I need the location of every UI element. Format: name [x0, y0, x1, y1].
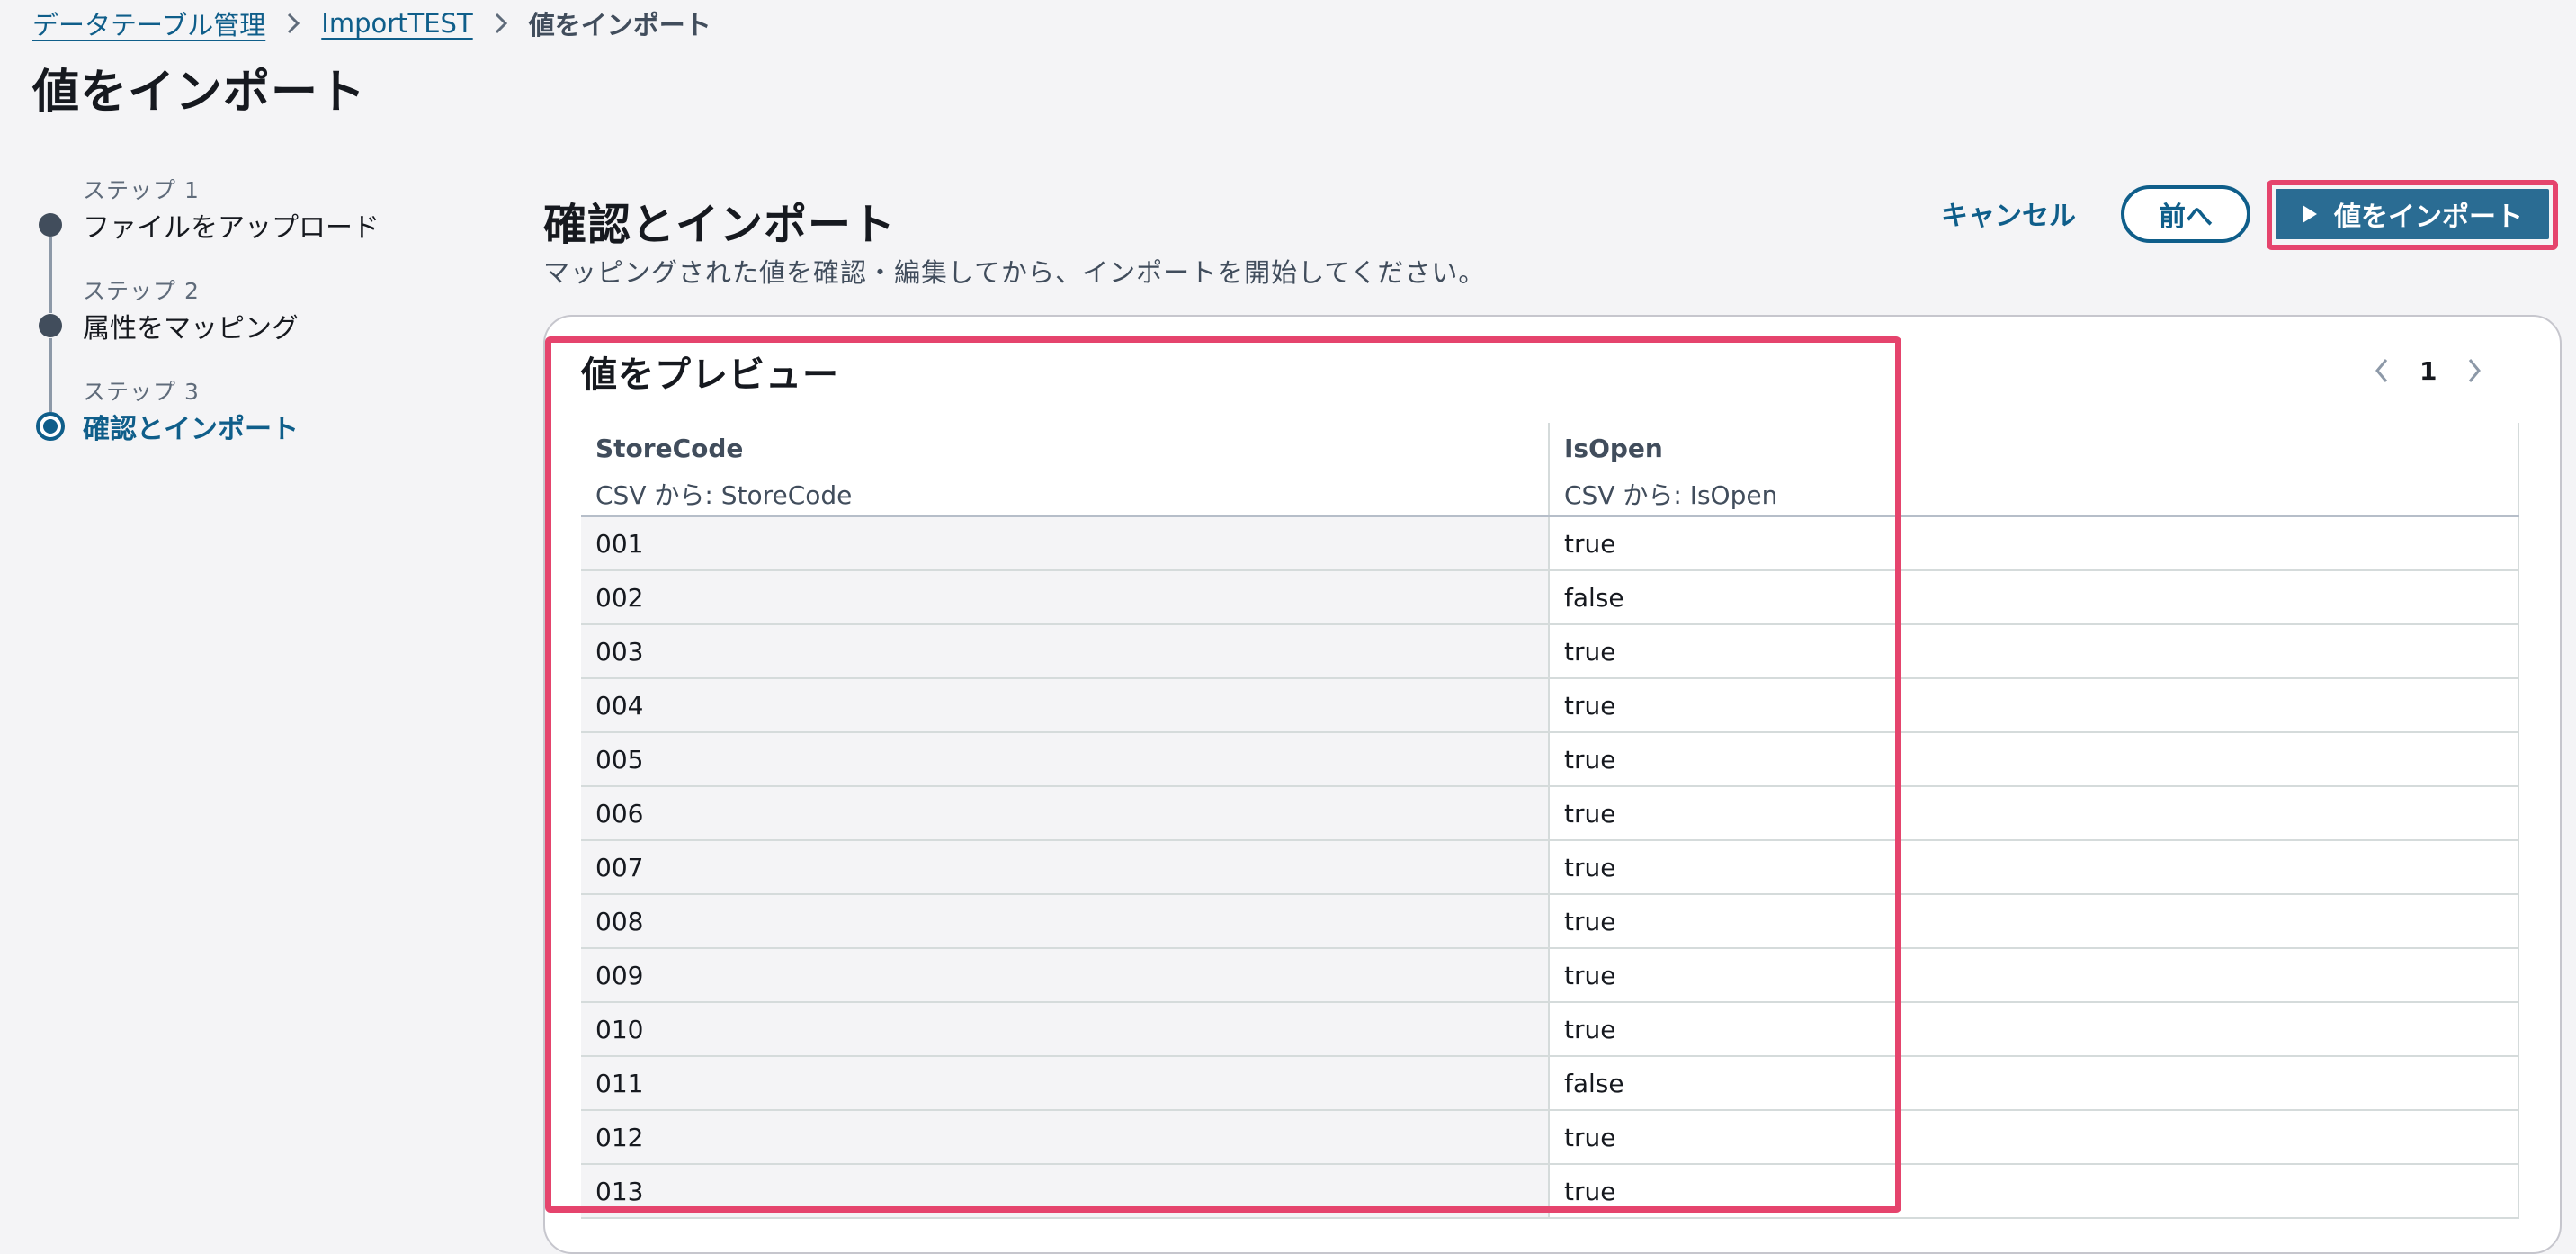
table-row: 002 false	[581, 570, 2519, 625]
cell-isopen[interactable]: true	[1549, 516, 2519, 571]
table-row: 008 true	[581, 894, 2519, 949]
chevron-right-icon[interactable]	[2467, 358, 2482, 383]
cancel-button[interactable]: キャンセル	[1925, 191, 2092, 236]
chevron-right-icon	[495, 13, 507, 34]
cell-storecode[interactable]: 010	[581, 1002, 1550, 1057]
cell-isopen[interactable]: true	[1549, 948, 2519, 1003]
preview-table-wrapper: StoreCode CSV から: StoreCode IsOpen CSV か…	[581, 423, 2519, 1219]
cell-isopen[interactable]: true	[1549, 1110, 2519, 1165]
table-row: 004 true	[581, 678, 2519, 733]
step-1-indicator	[39, 213, 62, 237]
chevron-right-icon	[287, 13, 300, 34]
cell-storecode[interactable]: 005	[581, 732, 1550, 787]
cell-storecode[interactable]: 012	[581, 1110, 1550, 1165]
step-2-indicator	[39, 314, 62, 337]
table-row: 006 true	[581, 786, 2519, 841]
step-3-indicator	[36, 412, 65, 441]
previous-button[interactable]: 前へ	[2121, 185, 2250, 243]
chevron-left-icon[interactable]	[2375, 358, 2389, 383]
column-source: CSV から: IsOpen	[1564, 480, 1778, 510]
table-row: 003 true	[581, 624, 2519, 679]
step-2-caption: ステップ 2	[83, 278, 200, 304]
column-header-isopen: IsOpen CSV から: IsOpen	[1549, 423, 2519, 517]
breadcrumb-link-importtest[interactable]: ImportTEST	[321, 8, 472, 39]
cell-isopen[interactable]: false	[1549, 1056, 2519, 1111]
table-header-row: StoreCode CSV から: StoreCode IsOpen CSV か…	[581, 423, 2519, 517]
table-row: 011 false	[581, 1056, 2519, 1111]
cell-storecode[interactable]: 013	[581, 1164, 1550, 1219]
cell-storecode[interactable]: 001	[581, 516, 1550, 571]
cell-isopen[interactable]: true	[1549, 840, 2519, 895]
step-1-caption: ステップ 1	[83, 177, 200, 203]
import-values-button[interactable]: 値をインポート	[2276, 189, 2549, 239]
cell-storecode[interactable]: 011	[581, 1056, 1550, 1111]
cell-storecode[interactable]: 004	[581, 678, 1550, 733]
cell-isopen[interactable]: true	[1549, 786, 2519, 841]
preview-title: 値をプレビュー	[581, 354, 839, 396]
play-icon	[2302, 204, 2318, 224]
cell-storecode[interactable]: 006	[581, 786, 1550, 841]
cell-storecode[interactable]: 008	[581, 894, 1550, 949]
breadcrumb-link-data-table-management[interactable]: データテーブル管理	[32, 4, 265, 42]
table-row: 005 true	[581, 732, 2519, 787]
cell-isopen[interactable]: true	[1549, 1164, 2519, 1219]
pagination: 1	[2375, 351, 2482, 390]
table-row: 012 true	[581, 1110, 2519, 1165]
step-1-label[interactable]: ファイルをアップロード	[83, 205, 380, 245]
column-source: CSV から: StoreCode	[595, 480, 853, 510]
step-3-label: 確認とインポート	[83, 414, 299, 445]
step-connector	[49, 237, 52, 313]
cell-isopen[interactable]: true	[1549, 624, 2519, 679]
cell-isopen[interactable]: true	[1549, 1002, 2519, 1057]
cell-isopen[interactable]: true	[1549, 678, 2519, 733]
breadcrumb: データテーブル管理 ImportTEST 値をインポート	[32, 5, 711, 41]
cell-isopen[interactable]: false	[1549, 570, 2519, 625]
pagination-current-page[interactable]: 1	[2419, 356, 2437, 386]
cell-isopen[interactable]: true	[1549, 894, 2519, 949]
column-header-storecode: StoreCode CSV から: StoreCode	[581, 423, 1550, 517]
cell-storecode[interactable]: 007	[581, 840, 1550, 895]
cell-storecode[interactable]: 002	[581, 570, 1550, 625]
preview-table: StoreCode CSV から: StoreCode IsOpen CSV か…	[581, 423, 2519, 1219]
table-row: 007 true	[581, 840, 2519, 895]
step-connector	[49, 338, 52, 412]
page-title: 値をインポート	[32, 66, 367, 120]
step-2-label[interactable]: 属性をマッピング	[83, 306, 299, 345]
breadcrumb-current: 値をインポート	[528, 10, 711, 40]
step-3-caption: ステップ 3	[83, 379, 200, 405]
import-values-button-label: 値をインポート	[2334, 202, 2523, 233]
cell-isopen[interactable]: true	[1549, 732, 2519, 787]
table-row: 013 true	[581, 1164, 2519, 1219]
table-row: 010 true	[581, 1002, 2519, 1057]
section-title: 確認とインポート	[543, 200, 897, 250]
table-row: 001 true	[581, 516, 2519, 571]
cell-storecode[interactable]: 003	[581, 624, 1550, 679]
table-row: 009 true	[581, 948, 2519, 1003]
cell-storecode[interactable]: 009	[581, 948, 1550, 1003]
column-name: IsOpen	[1564, 434, 1663, 463]
section-description: マッピングされた値を確認・編集してから、インポートを開始してください。	[543, 257, 1486, 288]
column-name: StoreCode	[595, 434, 744, 463]
